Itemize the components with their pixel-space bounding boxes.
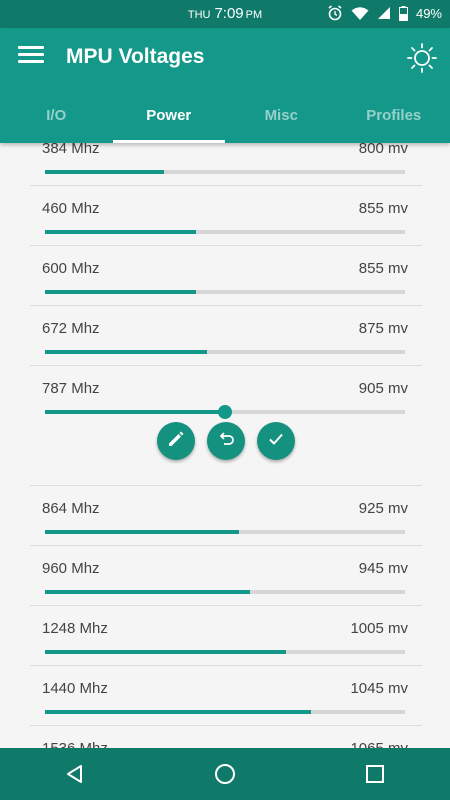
undo-icon <box>216 429 236 454</box>
frequency-label: 787 Mhz <box>42 380 100 397</box>
voltage-row[interactable]: 864 Mhz 925 mv <box>30 486 422 546</box>
page-title: MPU Voltages <box>66 45 205 68</box>
voltage-value: 855 mv <box>358 200 408 217</box>
home-icon[interactable] <box>195 754 255 794</box>
back-icon[interactable] <box>45 754 105 794</box>
voltage-level-fill <box>45 350 207 354</box>
frequency-label: 1248 Mhz <box>42 620 108 637</box>
tab-bar: I/O Power Misc Profiles <box>0 88 450 143</box>
tab-io[interactable]: I/O <box>0 88 113 143</box>
voltage-level-bar <box>45 170 405 174</box>
voltage-level-fill <box>45 410 225 414</box>
voltage-value: 1005 mv <box>350 620 408 637</box>
status-bar: THU 7:09 PM 49% <box>0 0 450 28</box>
status-day: THU <box>187 9 211 21</box>
slider-thumb[interactable] <box>218 405 232 419</box>
voltage-row[interactable]: 1248 Mhz 1005 mv <box>30 606 422 666</box>
voltage-level-fill <box>45 530 240 534</box>
voltage-value: 1045 mv <box>350 680 408 697</box>
voltage-level-fill <box>45 230 197 234</box>
frequency-label: 864 Mhz <box>42 500 100 517</box>
voltage-level-fill <box>45 650 287 654</box>
voltage-level-fill <box>45 590 251 594</box>
voltage-slider[interactable] <box>45 405 405 419</box>
frequency-label: 672 Mhz <box>42 320 100 337</box>
voltage-value: 1065 mv <box>350 740 408 748</box>
alarm-icon <box>327 5 343 21</box>
voltage-value: 855 mv <box>358 260 408 277</box>
voltage-list-container[interactable]: 384 Mhz 800 mv 460 Mhz 855 mv 600 Mhz 855 mv 6… <box>0 143 450 748</box>
frequency-label: 460 Mhz <box>42 200 100 217</box>
voltage-row[interactable]: 787 Mhz 905 mv <box>30 366 422 486</box>
menu-icon[interactable] <box>18 46 44 68</box>
voltage-row[interactable]: 1440 Mhz 1045 mv <box>30 666 422 726</box>
voltage-level-bar <box>45 230 405 234</box>
recents-icon[interactable] <box>345 754 405 794</box>
voltage-value: 925 mv <box>358 500 408 517</box>
voltage-row[interactable]: 672 Mhz 875 mv <box>30 306 422 366</box>
frequency-label: 1536 Mhz <box>42 740 108 748</box>
tab-power[interactable]: Power <box>112 88 226 143</box>
navigation-bar <box>0 748 450 800</box>
row-actions <box>30 422 422 460</box>
pencil-icon <box>166 429 186 454</box>
voltage-level-fill <box>45 170 164 174</box>
app-bar: MPU Voltages I/O Power Misc Profiles <box>0 28 450 143</box>
undo-button[interactable] <box>207 422 245 460</box>
voltage-row[interactable]: 1536 Mhz 1065 mv <box>30 726 422 748</box>
frequency-label: 384 Mhz <box>42 143 100 157</box>
voltage-level-fill <box>45 710 312 714</box>
voltage-level-bar <box>45 650 405 654</box>
frequency-label: 600 Mhz <box>42 260 100 277</box>
wifi-icon <box>351 6 369 21</box>
apply-button[interactable] <box>257 422 295 460</box>
voltage-row[interactable]: 960 Mhz 945 mv <box>30 546 422 606</box>
brightness-icon[interactable] <box>406 42 438 74</box>
edit-button[interactable] <box>157 422 195 460</box>
frequency-label: 960 Mhz <box>42 560 100 577</box>
voltage-level-bar <box>45 350 405 354</box>
voltage-row[interactable]: 460 Mhz 855 mv <box>30 186 422 246</box>
voltage-level-bar <box>45 710 405 714</box>
voltage-value: 800 mv <box>358 143 408 157</box>
battery-icon <box>398 5 408 21</box>
status-icons: 49% <box>327 5 442 21</box>
frequency-label: 1440 Mhz <box>42 680 108 697</box>
voltage-value: 945 mv <box>358 560 408 577</box>
voltage-level-bar <box>45 530 405 534</box>
checkmark-icon <box>266 429 286 454</box>
tab-profiles[interactable]: Profiles <box>338 88 450 143</box>
voltage-row[interactable]: 384 Mhz 800 mv <box>30 143 422 186</box>
status-ampm: PM <box>245 9 263 21</box>
battery-percent: 49% <box>415 5 442 21</box>
voltage-level-bar <box>45 590 405 594</box>
voltage-level-bar <box>45 290 405 294</box>
tab-misc[interactable]: Misc <box>225 88 338 143</box>
cell-signal-icon <box>377 6 391 20</box>
status-time: 7:09 <box>214 5 244 22</box>
voltage-row[interactable]: 600 Mhz 855 mv <box>30 246 422 306</box>
voltage-level-fill <box>45 290 197 294</box>
voltage-value: 875 mv <box>358 320 408 337</box>
voltage-value: 905 mv <box>358 380 408 397</box>
